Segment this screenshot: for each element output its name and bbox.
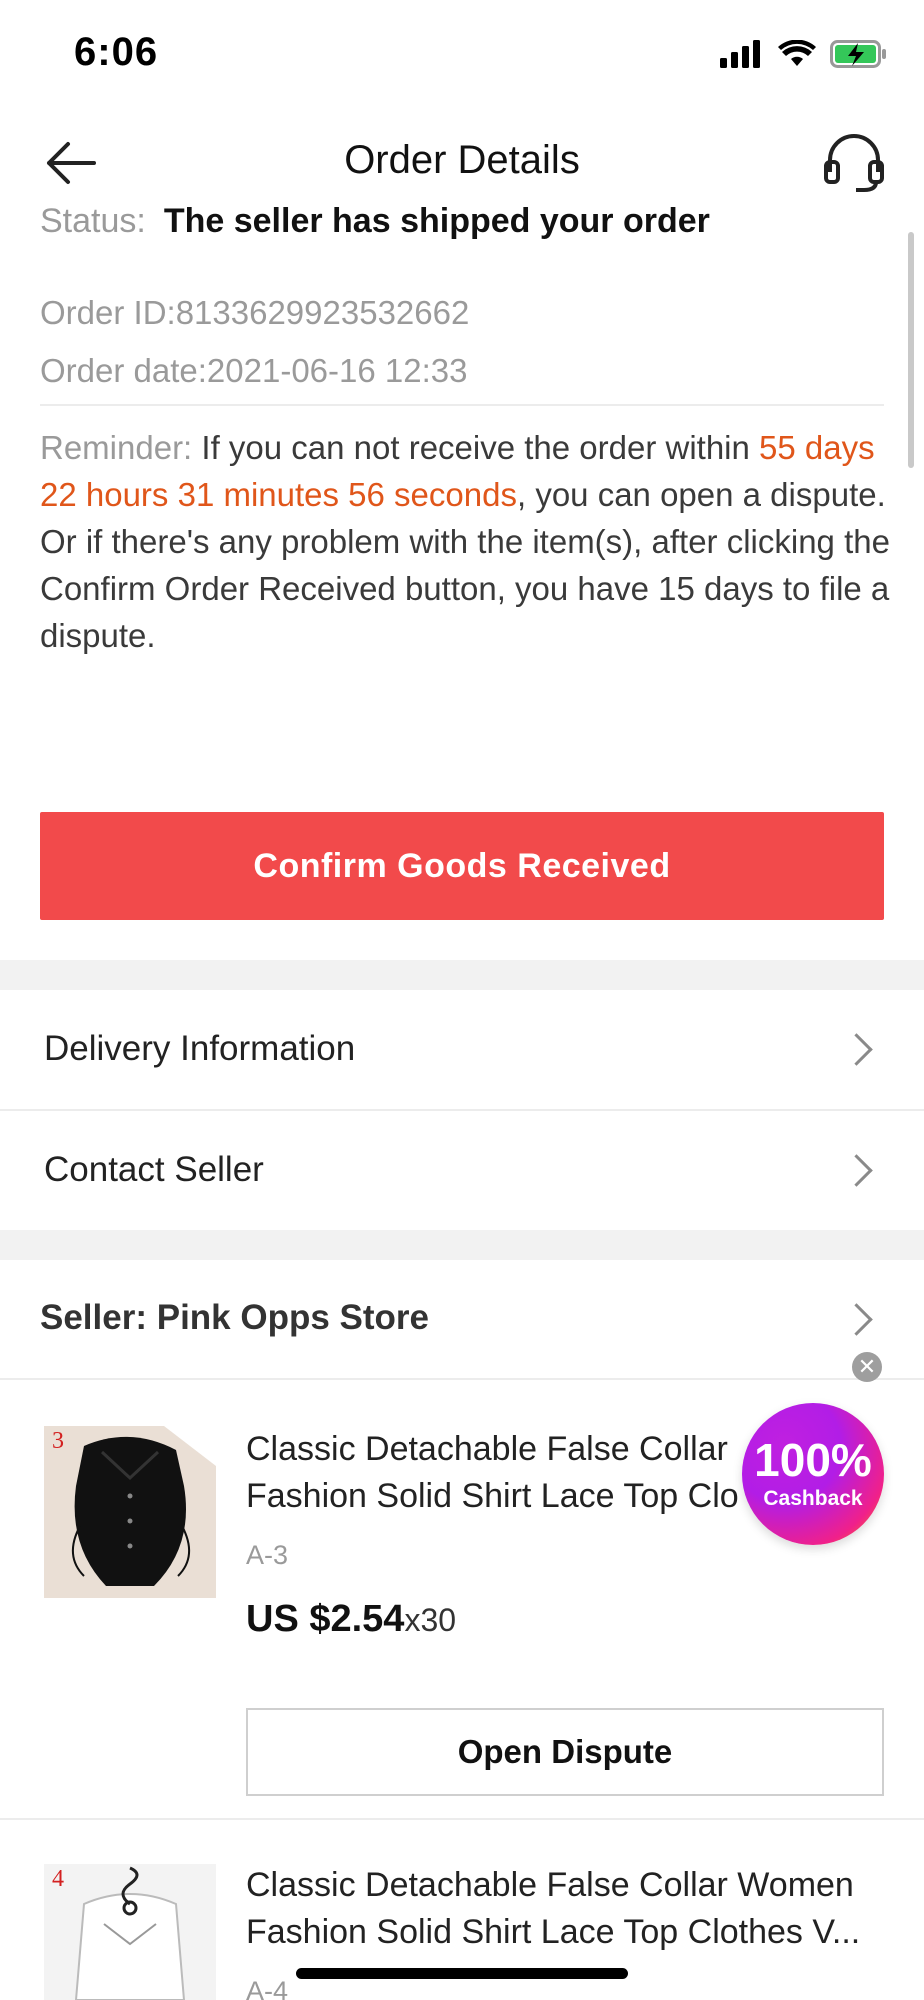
- headset-icon[interactable]: [822, 132, 886, 192]
- product-image[interactable]: 3: [44, 1426, 216, 1598]
- home-indicator[interactable]: [296, 1968, 628, 1979]
- confirm-goods-received-button[interactable]: Confirm Goods Received: [40, 812, 884, 920]
- product-image[interactable]: 4: [44, 1864, 216, 2000]
- quantity: x30: [404, 1602, 457, 1638]
- page-title: Order Details: [344, 138, 580, 182]
- delivery-information-label: Delivery Information: [44, 1029, 356, 1068]
- wifi-icon: [778, 40, 816, 66]
- open-dispute-button[interactable]: Open Dispute: [246, 1708, 884, 1796]
- product-sku: A-3: [246, 1540, 289, 1570]
- reminder-text-1: If you can not receive the order within: [192, 429, 760, 466]
- battery-charging-icon: [830, 40, 886, 68]
- collar-image-icon: [44, 1426, 216, 1598]
- scrollbar[interactable]: [908, 232, 914, 468]
- cashback-label: Cashback: [763, 1487, 863, 1510]
- product-sku: A-4: [246, 1976, 289, 2000]
- reminder-label: Reminder:: [40, 429, 193, 466]
- divider: [0, 1378, 924, 1380]
- price-value: US $2.54: [246, 1598, 405, 1640]
- status-value: The seller has shipped your order: [163, 202, 710, 240]
- status-icons: [720, 40, 888, 68]
- product-title[interactable]: Classic Detachable False Collar Women Fa…: [246, 1862, 886, 1956]
- section-gap: [0, 960, 924, 990]
- reminder-text: Reminder: If you can not receive the ord…: [40, 424, 890, 659]
- collar-image-icon: [44, 1864, 216, 2000]
- section-gap: [0, 1230, 924, 1260]
- product-price: US $2.54x30: [246, 1598, 456, 1641]
- chevron-right-icon: [840, 1154, 873, 1187]
- image-number: 4: [52, 1866, 64, 1892]
- status-label: Status:: [40, 202, 146, 240]
- chevron-right-icon: [840, 1033, 873, 1066]
- product-title-line: Fashion Solid Shirt Lace Top Clothes V..…: [246, 1913, 861, 1951]
- image-number: 3: [52, 1428, 64, 1454]
- cashback-badge[interactable]: 100% Cashback: [742, 1403, 884, 1545]
- product-title-line: Classic Detachable False Collar Women: [246, 1866, 854, 1904]
- order-id: Order ID:8133629923532662: [40, 294, 470, 331]
- seller-name: Seller: Pink Opps Store: [40, 1298, 429, 1337]
- delivery-information-row[interactable]: Delivery Information: [0, 990, 924, 1108]
- signal-icon: [720, 40, 760, 68]
- cashback-percent: 100%: [754, 1434, 872, 1486]
- divider: [0, 1818, 924, 1820]
- contact-seller-label: Contact Seller: [44, 1150, 264, 1189]
- close-icon[interactable]: ✕: [852, 1352, 882, 1382]
- divider: [40, 404, 884, 406]
- contact-seller-row[interactable]: Contact Seller: [0, 1111, 924, 1229]
- order-status: Status: The seller has shipped your order: [40, 202, 710, 241]
- order-date: Order date:2021-06-16 12:33: [40, 352, 468, 389]
- status-time: 6:06: [74, 30, 159, 74]
- chevron-right-icon: [840, 1303, 873, 1336]
